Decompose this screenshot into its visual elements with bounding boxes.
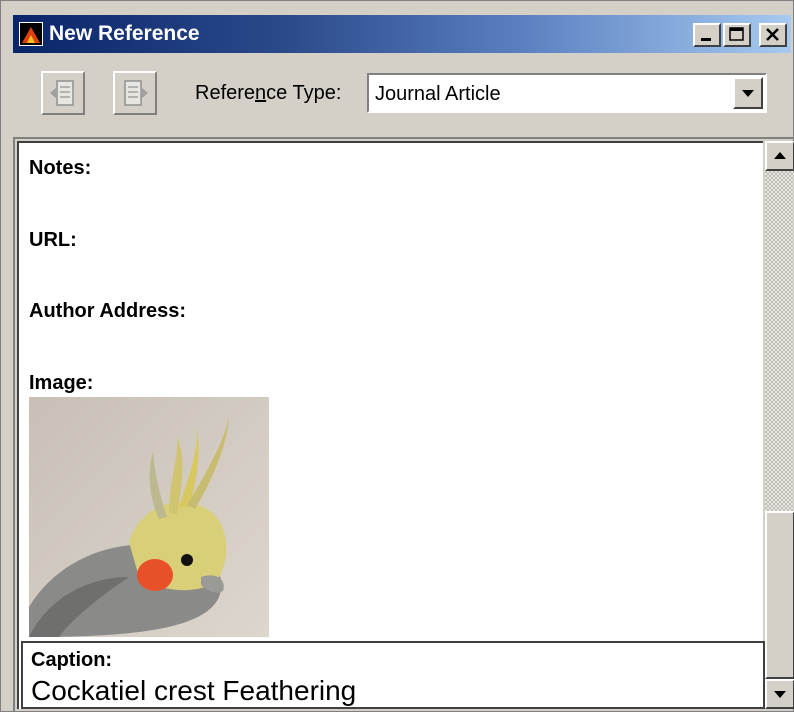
next-reference-icon — [124, 80, 148, 106]
previous-reference-icon — [50, 80, 74, 106]
previous-reference-button[interactable] — [41, 71, 85, 115]
close-button[interactable] — [759, 23, 787, 47]
maximize-icon — [729, 27, 744, 41]
chevron-down-icon — [742, 90, 754, 97]
reference-content-area: Notes: URL: Author Address: Image: Capti… — [13, 137, 794, 711]
scrollbar-thumb[interactable] — [765, 511, 794, 679]
scroll-down-button[interactable] — [765, 679, 794, 709]
url-label: URL: — [29, 229, 77, 251]
new-reference-window: New Reference Reference Type: Journal Ar… — [0, 0, 794, 712]
next-reference-button[interactable] — [113, 71, 157, 115]
caption-field[interactable]: Caption: Cockatiel crest Feathering — [21, 641, 765, 709]
cockatiel-image[interactable] — [29, 397, 269, 637]
toolbar: Reference Type: Journal Article — [13, 53, 791, 133]
vertical-scrollbar[interactable] — [765, 141, 794, 709]
app-icon[interactable] — [19, 22, 43, 46]
dropdown-button[interactable] — [733, 77, 763, 109]
window-title: New Reference — [49, 22, 200, 45]
caption-label: Caption: — [31, 649, 113, 671]
close-icon — [766, 28, 779, 41]
maximize-button[interactable] — [723, 23, 751, 47]
minimize-icon — [701, 38, 711, 41]
image-label: Image: — [29, 372, 94, 394]
caption-text[interactable]: Cockatiel crest Feathering — [31, 675, 356, 707]
author-address-label: Author Address: — [29, 300, 187, 322]
minimize-button[interactable] — [693, 23, 721, 47]
chevron-down-icon — [774, 691, 786, 698]
notes-label: Notes: — [29, 157, 92, 179]
chevron-up-icon — [774, 152, 786, 159]
scroll-up-button[interactable] — [765, 141, 794, 171]
reference-type-label: Reference Type: — [195, 82, 342, 104]
reference-fields-pane[interactable]: Notes: URL: Author Address: Image: Capti… — [17, 141, 765, 709]
reference-type-value: Journal Article — [375, 83, 501, 105]
title-bar[interactable]: New Reference — [13, 15, 791, 53]
reference-type-dropdown[interactable]: Journal Article — [367, 73, 767, 113]
